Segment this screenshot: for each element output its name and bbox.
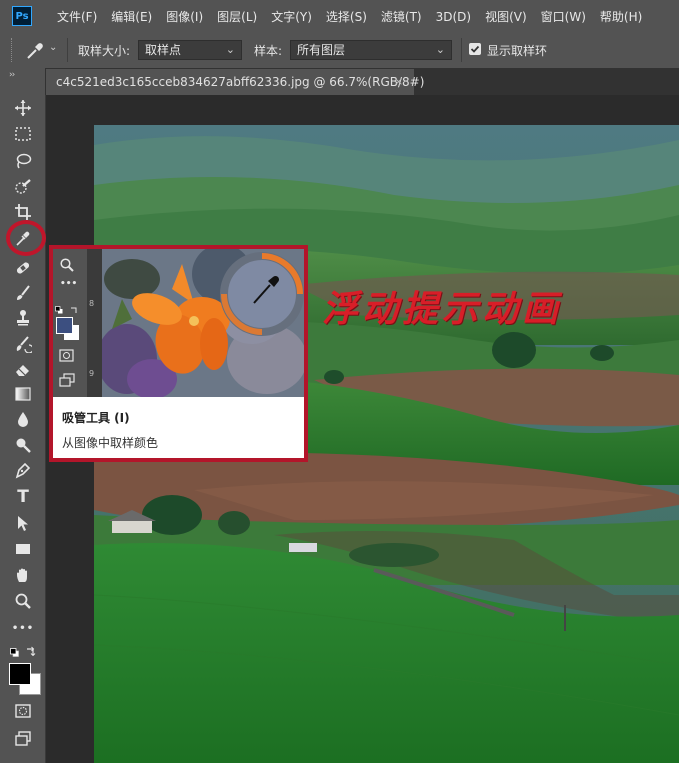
eraser-tool-icon[interactable] [10, 358, 36, 380]
tooltip-toolbar-preview: ••• 8 9 [53, 249, 102, 397]
menu-image[interactable]: 图像(I) [159, 8, 210, 25]
close-tab-icon[interactable]: × [394, 69, 403, 95]
pen-tool-icon[interactable] [10, 459, 36, 481]
zoom-tool-icon [59, 257, 75, 273]
chevron-down-icon: ⌄ [225, 43, 235, 56]
tooltip-preview-image [102, 249, 304, 397]
options-grip[interactable] [11, 38, 14, 62]
history-brush-tool-icon[interactable] [10, 333, 36, 355]
collapse-panel-icon[interactable]: ›› [9, 70, 15, 80]
tooltip-title: 吸管工具 (I) [62, 411, 130, 425]
healing-brush-tool-icon[interactable] [10, 257, 36, 279]
sample-size-dropdown[interactable]: 取样点 ⌄ [138, 40, 242, 60]
marquee-tool-icon[interactable] [10, 123, 36, 145]
edit-toolbar-icon[interactable]: ••• [10, 617, 36, 639]
photoshop-logo-icon[interactable]: Ps [12, 6, 32, 26]
hand-tool-icon[interactable] [10, 564, 36, 586]
menu-type[interactable]: 文字(Y) [264, 8, 319, 25]
sample-size-label: 取样大小: [78, 44, 131, 58]
zoom-tool-icon[interactable] [10, 590, 36, 612]
foreground-color-swatch[interactable] [9, 663, 31, 685]
dodge-tool-icon[interactable] [10, 434, 36, 456]
annotation-text: 浮动提示动画 [322, 288, 563, 330]
options-divider [461, 38, 462, 62]
path-select-tool-icon[interactable] [10, 512, 36, 534]
show-ring-label[interactable]: 显示取样环 [487, 42, 547, 59]
gradient-tool-icon[interactable] [10, 383, 36, 405]
sample-value: 所有图层 [297, 43, 346, 57]
menu-file[interactable]: 文件(F) [50, 8, 104, 25]
move-tool-icon[interactable] [10, 97, 36, 119]
quick-mask-icon [59, 349, 75, 363]
menu-select[interactable]: 选择(S) [319, 8, 374, 25]
show-ring-checkbox[interactable] [469, 43, 481, 55]
sample-label: 样本: [254, 44, 283, 58]
default-colors-icon[interactable] [10, 646, 19, 657]
menu-items: 文件(F) 编辑(E) 图像(I) 图层(L) 文字(Y) 选择(S) 滤镜(T… [50, 0, 649, 33]
default-colors-icon [55, 303, 63, 314]
clone-stamp-tool-icon[interactable] [10, 307, 36, 329]
tooltip-description: 从图像中取样颜色 [62, 436, 159, 450]
checkmark-icon [470, 45, 480, 53]
swap-colors-icon [70, 303, 79, 313]
menu-filter[interactable]: 滤镜(T) [374, 8, 429, 25]
type-tool-icon[interactable]: T [10, 486, 36, 508]
preset-chevron-down-icon[interactable]: ⌄ [49, 42, 57, 53]
ruler-mark: 9 [89, 369, 95, 378]
swap-colors-icon[interactable] [26, 645, 36, 657]
document-tab[interactable]: c4c521ed3c165cceb834627abff62336.jpg @ 6… [46, 69, 424, 95]
menu-3d[interactable]: 3D(D) [429, 10, 478, 24]
menu-view[interactable]: 视图(V) [478, 8, 534, 25]
flower-preview-image [102, 249, 304, 397]
tool-highlight-ring [6, 220, 46, 256]
chevron-down-icon: ⌄ [435, 43, 445, 56]
menu-window[interactable]: 窗口(W) [534, 8, 593, 25]
foreground-color-swatch [56, 317, 73, 334]
ruler-mark: 8 [89, 299, 95, 308]
edit-toolbar-icon: ••• [60, 279, 78, 289]
menu-help[interactable]: 帮助(H) [593, 8, 649, 25]
screen-mode-icon [59, 373, 75, 387]
options-divider [67, 38, 68, 62]
eyedropper-preset-icon[interactable] [24, 40, 46, 62]
menu-edit[interactable]: 编辑(E) [104, 8, 159, 25]
menu-layer[interactable]: 图层(L) [210, 8, 264, 25]
blur-tool-icon[interactable] [10, 408, 36, 430]
sample-size-value: 取样点 [145, 43, 182, 57]
screen-mode-icon[interactable] [10, 727, 36, 749]
rectangle-tool-icon[interactable] [10, 538, 36, 560]
lasso-tool-icon[interactable] [10, 150, 36, 172]
brush-tool-icon[interactable] [10, 282, 36, 304]
sample-dropdown[interactable]: 所有图层 ⌄ [290, 40, 452, 60]
quick-mask-icon[interactable] [10, 700, 36, 722]
quick-select-tool-icon[interactable] [10, 176, 36, 198]
